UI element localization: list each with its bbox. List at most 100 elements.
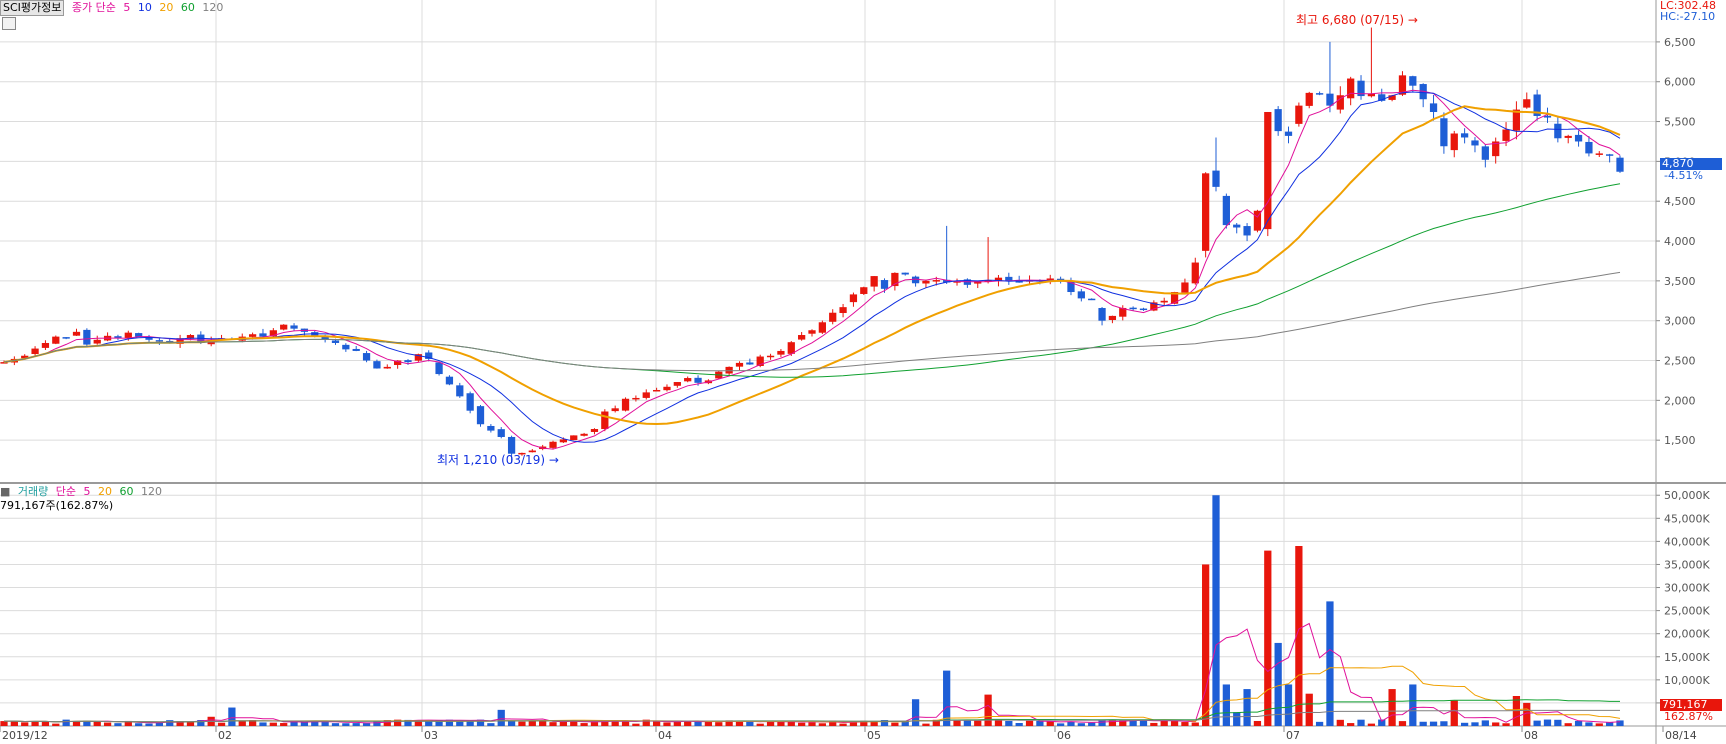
- volume-bar: [466, 721, 474, 726]
- volume-tick-label: 30,000K: [1664, 582, 1710, 595]
- candle-body: [41, 342, 50, 348]
- volume-bar: [135, 723, 143, 726]
- candle-body: [445, 376, 454, 385]
- volume-bar: [559, 721, 568, 726]
- volume-bar: [238, 721, 246, 726]
- candle-body: [487, 425, 495, 431]
- price-tick-label: 2,500: [1664, 355, 1696, 368]
- candle-body: [1222, 195, 1230, 226]
- volume-pct: 162.87%: [1664, 710, 1713, 723]
- candle-body: [570, 435, 578, 441]
- volume-bar: [974, 720, 982, 726]
- x-tick-label: 05: [867, 729, 881, 742]
- grid-toggle-icon[interactable]: [2, 17, 16, 30]
- candle-body: [1347, 78, 1355, 99]
- volume-bar: [497, 709, 505, 726]
- candle-body: [1139, 308, 1148, 311]
- volume-bar: [953, 720, 961, 726]
- volume-bar: [93, 721, 101, 726]
- candle-body: [248, 334, 257, 337]
- candle-body: [1502, 129, 1510, 141]
- volume-bar: [1170, 721, 1179, 726]
- volume-bar: [1616, 720, 1624, 726]
- volume-bar: [1139, 720, 1148, 726]
- candle-body: [611, 408, 619, 412]
- candle-body: [1585, 141, 1593, 154]
- volume-bar: [228, 707, 236, 726]
- volume-tick-label: 20,000K: [1664, 628, 1710, 641]
- candle-body: [818, 322, 826, 333]
- volume-bar: [114, 723, 122, 726]
- candle-body: [124, 332, 132, 339]
- candle-body: [383, 366, 391, 369]
- ma-legend-60: 60: [180, 1, 195, 14]
- volume-bar: [10, 721, 18, 726]
- candle-body: [1409, 76, 1417, 86]
- low-note-text: 최저 1,210 (03/19): [437, 453, 546, 467]
- volume-tick-label: 35,000K: [1664, 558, 1710, 571]
- candle-body: [404, 360, 412, 363]
- volume-bar: [818, 723, 826, 726]
- volume-bar: [891, 722, 899, 726]
- volume-bar: [1305, 693, 1313, 726]
- candle-body: [1264, 111, 1272, 230]
- volume-bar: [1015, 723, 1023, 726]
- volume-bar: [52, 723, 60, 726]
- candle-body: [549, 441, 557, 448]
- ma-legend-10: 10: [137, 1, 152, 14]
- candle-body: [932, 280, 940, 282]
- volume-bar: [1595, 723, 1603, 726]
- candle-body: [922, 280, 930, 284]
- volume-bar: [1067, 721, 1075, 726]
- price-tick-label: 2,000: [1664, 394, 1696, 407]
- volume-bar: [1191, 722, 1199, 726]
- candle-body: [1471, 140, 1479, 146]
- stock-name-tag[interactable]: SCI평가정보: [0, 0, 65, 16]
- volume-bar: [1554, 719, 1562, 726]
- stock-chart[interactable]: 1,5002,0002,5003,0003,5004,0004,5005,000…: [0, 0, 1726, 744]
- candle-body: [1129, 307, 1137, 310]
- volume-bar: [1077, 723, 1085, 726]
- volume-bar: [922, 723, 930, 726]
- candle-body: [1429, 103, 1438, 112]
- candle-body: [62, 337, 70, 339]
- price-tick-label: 5,500: [1664, 116, 1696, 129]
- volume-bar: [1429, 721, 1438, 726]
- candle-body: [93, 339, 101, 344]
- volume-bar: [166, 720, 174, 726]
- candle-body: [1191, 262, 1199, 284]
- volume-bar: [1150, 722, 1158, 726]
- candle-body: [694, 377, 702, 383]
- volume-bar: [342, 723, 350, 726]
- price-tick-label: 4,500: [1664, 195, 1696, 208]
- candle-body: [1523, 99, 1531, 108]
- candle-body: [911, 276, 920, 284]
- volume-bar: [1274, 642, 1282, 726]
- candle-body: [1574, 134, 1583, 142]
- candle-body: [580, 433, 588, 436]
- candle-body: [507, 436, 516, 454]
- candle-body: [352, 348, 360, 351]
- volume-bar: [155, 722, 164, 726]
- volume-legend: ■ 거래량 단순 5 20 60 120: [0, 485, 166, 499]
- volume-tick-label: 45,000K: [1664, 512, 1710, 525]
- price-tick-label: 6,000: [1664, 76, 1696, 89]
- volume-bar: [1253, 720, 1262, 726]
- candle-body: [870, 276, 878, 287]
- candle-body: [1554, 123, 1562, 139]
- volume-bar: [756, 723, 764, 726]
- x-tick-label: 02: [218, 729, 232, 742]
- candle-body: [829, 312, 837, 322]
- candle-body: [259, 333, 267, 337]
- candle-body: [155, 340, 164, 342]
- volume-bar: [911, 699, 920, 726]
- candle-body: [1295, 105, 1303, 124]
- candle-body: [632, 397, 640, 400]
- price-tick-label: 3,500: [1664, 275, 1696, 288]
- candle-body: [135, 333, 143, 337]
- candle-body: [880, 280, 889, 289]
- candle-body: [1243, 226, 1251, 236]
- price-legend: SCI평가정보 종가 단순 5 10 20 60 120: [0, 0, 227, 16]
- candle-body: [1440, 118, 1448, 147]
- plot-background: [0, 0, 1656, 744]
